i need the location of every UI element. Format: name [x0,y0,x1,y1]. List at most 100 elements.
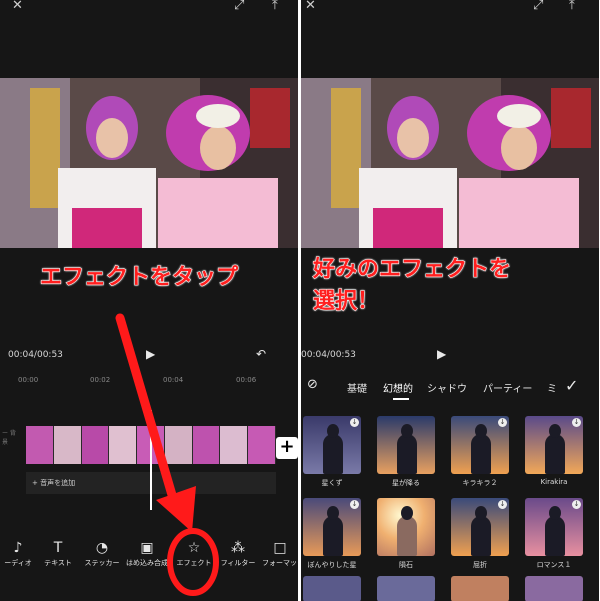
tab-fantasy[interactable]: 幻想的 [383,380,413,395]
tool-audio[interactable]: ♪ ーディオ [0,538,36,568]
tool-label: はめ込み合成 [126,559,168,567]
silhouette [323,424,343,474]
effect-item[interactable] [525,576,583,601]
clip-thumbnail [81,426,110,464]
tool-sticker[interactable]: ◔ ステッカー [82,538,122,568]
tab-more[interactable]: ミ [547,380,557,395]
effect-name: 隕石 [399,561,413,569]
effect-thumbnail: ↓ [451,498,509,556]
timeline-ruler: 00:00 00:02 00:04 00:06 [0,372,298,386]
tab-party[interactable]: パーティー [483,380,532,395]
silhouette [545,424,565,474]
background-clip-label[interactable]: ー 背 景 [0,426,24,464]
tool-format[interactable]: □ フォーマット [262,538,298,568]
effect-thumbnail: ↓ [303,416,361,474]
effect-thumbnail [377,576,435,601]
tool-overlay[interactable]: ▣ はめ込み合成 [124,538,170,568]
tool-filter[interactable]: ⁂ フィルター [218,538,258,568]
silhouette [545,506,565,556]
download-icon: ↓ [498,500,507,509]
ruler-tick: 00:02 [90,376,111,384]
effect-name: ぼんやりした星 [307,561,357,569]
effect-thumbnail: ↓ [525,498,583,556]
effect-item[interactable] [451,576,509,601]
ruler-tick: 00:04 [163,376,184,384]
side-clip-text: ー 背 景 [2,430,16,446]
timecode: 00:04/00:53 [301,350,356,360]
effect-item[interactable]: ↓ 屈折 [451,498,509,570]
effect-thumbnail: ↓ [303,498,361,556]
fullscreen-icon[interactable]: ⤢ [533,0,543,12]
tool-label: フィルター [220,559,256,567]
close-icon[interactable]: ✕ [305,0,316,12]
effect-item[interactable]: ↓ ロマンス１ [525,498,583,570]
play-button[interactable]: ▶ [146,347,155,361]
active-tab-indicator [393,398,409,400]
top-bar: ✕ ⤢ ⤒ [301,0,599,16]
download-icon: ↓ [350,500,359,509]
ruler-tick: 00:06 [236,376,257,384]
ruler-tick: 00:00 [18,376,39,384]
effect-name: 星が降る [392,479,420,487]
effect-item[interactable] [303,576,361,601]
effect-thumbnail: ↓ [451,416,509,474]
video-frame-image [0,78,298,248]
effect-thumbnail [303,576,361,601]
clip-thumbnail [248,426,277,464]
instruction-caption: エフェクトをタップ [39,265,239,291]
effect-item[interactable]: ↓ Kirakira [525,416,583,486]
undo-icon[interactable]: ↶ [256,347,266,361]
tool-label: ステッカー [84,559,120,567]
effect-name: Kirakira [540,478,568,486]
silhouette [323,506,343,556]
tab-shadow[interactable]: シャドウ [427,380,467,395]
tool-label: フォーマット [262,559,298,567]
effect-item[interactable] [377,576,435,601]
video-frame-image [301,78,599,248]
effect-thumbnail [451,576,509,601]
effect-name: キラキラ２ [462,479,498,487]
effect-item[interactable]: 星が降る [377,416,435,488]
download-icon: ↓ [498,418,507,427]
effect-star-icon: ☆ [187,540,201,556]
effect-item[interactable]: ↓ キラキラ２ [451,416,509,488]
overlay-icon: ▣ [140,540,154,556]
tool-label: エフェクト [176,559,212,567]
silhouette [397,424,417,474]
export-icon[interactable]: ⤒ [569,0,575,12]
close-icon[interactable]: ✕ [12,0,23,12]
effect-thumbnail: ↓ [525,416,583,474]
filter-icon: ⁂ [231,540,245,556]
timecode: 00:04/00:53 [8,350,63,360]
confirm-check-icon[interactable]: ✓ [565,376,578,395]
music-note-icon: ♪ [13,540,23,556]
effect-item[interactable]: ↓ ぼんやりした星 [303,498,361,570]
effect-thumbnail [377,416,435,474]
tool-effect[interactable]: ☆ エフェクト [174,538,214,568]
video-preview [0,78,298,248]
play-button[interactable]: ▶ [437,347,446,361]
effect-item[interactable]: ↓ 星くず [303,416,361,488]
effect-item[interactable]: 隕石 [377,498,435,570]
comparison-screenshot: ✕ ⤢ ⤒ エフェクトをタップ 00:04/00:53 ▶ ↶ 00:00 00… [0,0,600,601]
effect-category-tabs: ⊘ 基礎 幻想的 シャドウ パーティー ミ ✓ [301,376,599,402]
download-icon: ↓ [572,418,581,427]
add-clip-button[interactable]: + [276,437,298,459]
instruction-caption-line2: 選択！ [312,289,380,315]
clip-thumbnail [26,426,54,464]
effect-name: 星くず [321,479,343,487]
instruction-caption-line1: 好みのエフェクトを [312,257,512,283]
bottom-toolbar: ♪ ーディオ T テキスト ◔ ステッカー ▣ はめ込み合成 ☆ エフェクト ⁂… [0,538,298,578]
export-icon[interactable]: ⤒ [272,0,278,12]
playhead[interactable] [150,410,152,510]
clip-thumbnail [164,426,193,464]
clip-thumbnail [53,426,82,464]
fullscreen-icon[interactable]: ⤢ [234,0,244,12]
clip-thumbnail [109,426,138,464]
no-effect-icon[interactable]: ⊘ [307,377,318,392]
tab-basic[interactable]: 基礎 [347,380,367,395]
tool-text[interactable]: T テキスト [40,538,76,568]
silhouette [397,506,417,556]
silhouette [471,506,491,556]
effect-name: ロマンス１ [536,561,572,569]
